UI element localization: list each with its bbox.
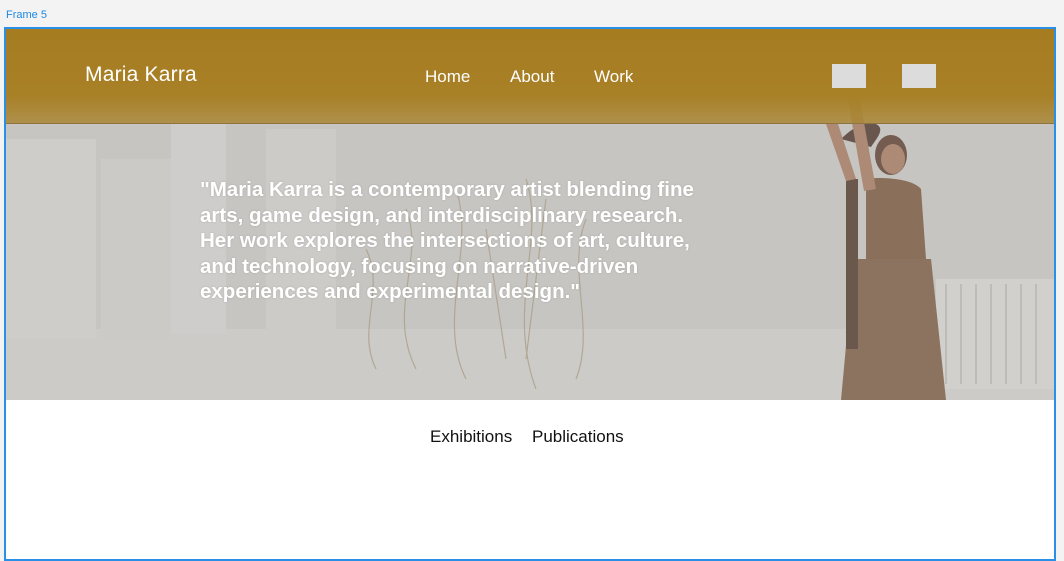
nav-work[interactable]: Work <box>594 67 633 87</box>
brand-name[interactable]: Maria Karra <box>85 63 197 87</box>
frame-label: Frame 5 <box>6 9 47 21</box>
nav-placeholder-button-2[interactable] <box>902 64 936 88</box>
nav-home[interactable]: Home <box>425 67 470 87</box>
hero-quote: "Maria Karra is a contemporary artist bl… <box>200 178 694 303</box>
tab-exhibitions[interactable]: Exhibitions <box>430 427 512 447</box>
nav-about[interactable]: About <box>510 67 554 87</box>
hero-section: Maria Karra Home About Work "Maria Karra… <box>6 29 1054 400</box>
tab-publications[interactable]: Publications <box>532 427 624 447</box>
nav-placeholder-button-1[interactable] <box>832 64 866 88</box>
navbar: Maria Karra Home About Work <box>6 29 1054 124</box>
frame: Maria Karra Home About Work "Maria Karra… <box>4 27 1056 561</box>
